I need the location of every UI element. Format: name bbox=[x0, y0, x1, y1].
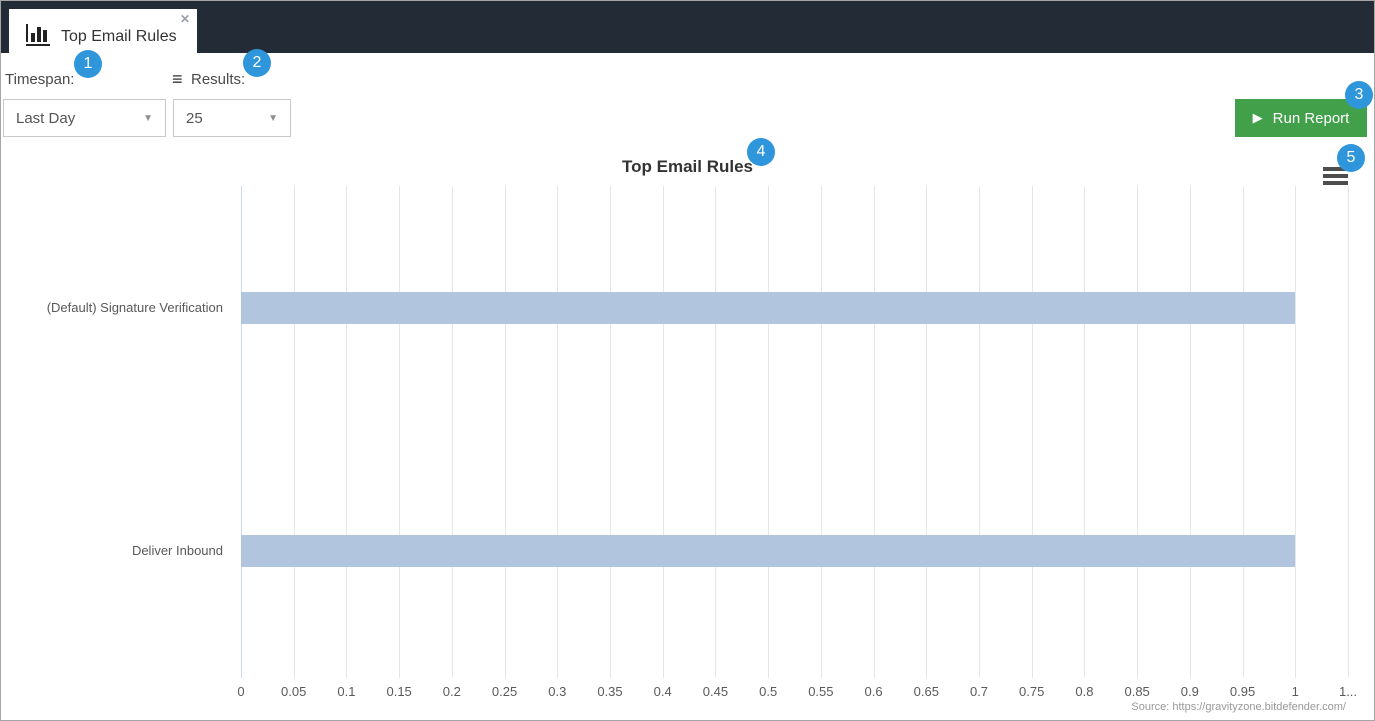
gridline bbox=[979, 186, 980, 678]
gridline bbox=[1084, 186, 1086, 678]
gridline bbox=[768, 186, 770, 678]
gridline bbox=[820, 186, 822, 678]
report-window: Top Email Rules ✕ Timespan: ≡ Results: L… bbox=[0, 0, 1375, 721]
x-tick-label: 0.6 bbox=[864, 684, 883, 699]
x-tick-label: 0.75 bbox=[1019, 684, 1045, 699]
bar-deliver-inbound[interactable] bbox=[241, 535, 1296, 568]
x-tick-label: 0.3 bbox=[548, 684, 567, 699]
gridline bbox=[451, 186, 453, 678]
callout-badge-1: 1 bbox=[74, 50, 102, 78]
gridline bbox=[1348, 186, 1349, 678]
gridline bbox=[504, 186, 506, 678]
x-tick-label: 0.15 bbox=[386, 684, 412, 699]
tab-title: Top Email Rules bbox=[61, 28, 177, 45]
callout-badge-4: 4 bbox=[747, 138, 775, 166]
category-label: Deliver Inbound bbox=[131, 543, 223, 559]
x-tick-label: 0.5 bbox=[759, 684, 778, 699]
x-tick-label: 0.4 bbox=[653, 684, 672, 699]
results-value: 25 bbox=[186, 109, 203, 127]
gridline bbox=[715, 186, 717, 678]
gridline bbox=[1242, 186, 1244, 678]
x-tick-label: 0.05 bbox=[281, 684, 307, 699]
chevron-down-icon: ▼ bbox=[268, 112, 278, 124]
x-tick-label: 0.9 bbox=[1180, 684, 1199, 699]
x-tick-label: 0.8 bbox=[1075, 684, 1094, 699]
x-tick-label: 0.45 bbox=[702, 684, 729, 699]
run-report-label: Run Report bbox=[1272, 109, 1350, 127]
gridline bbox=[346, 186, 348, 678]
bar-chart-icon bbox=[25, 23, 52, 51]
gridline bbox=[557, 186, 559, 678]
gridline bbox=[873, 186, 875, 678]
gridline bbox=[1295, 186, 1297, 678]
gridline bbox=[293, 186, 295, 678]
callout-badge-5: 5 bbox=[1337, 144, 1365, 172]
gridline bbox=[1137, 186, 1139, 678]
run-report-button[interactable]: ▶ Run Report bbox=[1235, 99, 1367, 137]
x-tick-label: 0.35 bbox=[597, 684, 623, 699]
results-dropdown[interactable]: 25 ▼ bbox=[173, 99, 291, 137]
bar--default-signature-verification[interactable] bbox=[241, 291, 1296, 324]
x-tick-label: 1 bbox=[1291, 684, 1299, 699]
callout-badge-2: 2 bbox=[243, 49, 271, 77]
x-tick-label: 0.25 bbox=[491, 684, 518, 699]
x-tick-label: 0.55 bbox=[808, 684, 834, 699]
gridline bbox=[662, 186, 664, 678]
chevron-down-icon: ▼ bbox=[143, 112, 153, 124]
x-tick-label: 0.7 bbox=[969, 684, 989, 699]
x-tick-label: 0.65 bbox=[913, 684, 939, 699]
timespan-dropdown[interactable]: Last Day ▼ bbox=[3, 99, 166, 137]
x-tick-label: 0.1 bbox=[337, 684, 356, 699]
x-axis-line bbox=[241, 186, 242, 678]
plot-area bbox=[241, 186, 1349, 678]
gridline bbox=[1031, 186, 1033, 678]
x-tick-label: 0.95 bbox=[1229, 684, 1256, 699]
gridline bbox=[1189, 186, 1191, 678]
timespan-label: Timespan: bbox=[5, 71, 75, 88]
gridline bbox=[610, 186, 611, 678]
callout-badge-3: 3 bbox=[1345, 81, 1373, 109]
close-icon[interactable]: ✕ bbox=[180, 13, 190, 25]
tab-top-email-rules[interactable]: Top Email Rules ✕ bbox=[9, 9, 197, 63]
category-label: (Default) Signature Verification bbox=[46, 299, 223, 315]
list-icon: ≡ bbox=[172, 69, 183, 89]
x-tick-label: 0.2 bbox=[442, 684, 461, 699]
chart-title: Top Email Rules bbox=[622, 157, 753, 176]
results-label: Results: bbox=[191, 71, 246, 88]
window-header-bar bbox=[1, 1, 1374, 53]
x-tick-label: 1... bbox=[1338, 684, 1358, 699]
x-tick-label: 0 bbox=[237, 684, 245, 699]
source-note: Source: https://gravityzone.bitdefender.… bbox=[1131, 701, 1346, 713]
gridline bbox=[399, 186, 401, 678]
timespan-value: Last Day bbox=[16, 109, 76, 127]
x-tick-label: 0.85 bbox=[1124, 684, 1150, 699]
gridline bbox=[926, 186, 928, 678]
play-icon: ▶ bbox=[1252, 110, 1263, 125]
